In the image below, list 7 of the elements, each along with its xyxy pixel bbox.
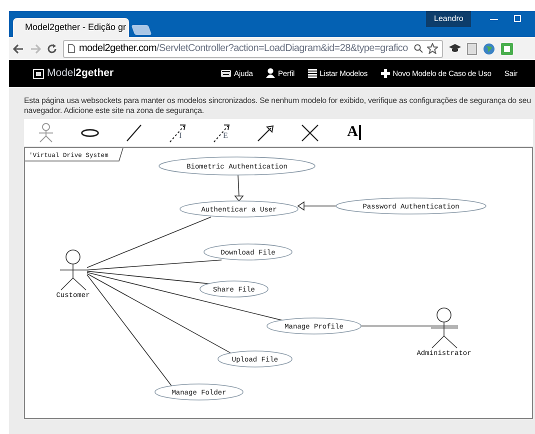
profile-name[interactable]: Leandro bbox=[426, 11, 472, 27]
text-tool[interactable]: A bbox=[347, 125, 361, 140]
brand-name[interactable]: Model2gether bbox=[47, 66, 114, 82]
tab-title: Model2gether - Edição gr bbox=[25, 20, 126, 34]
browser-tab[interactable]: Model2gether - Edição gr bbox=[13, 18, 129, 37]
address-field[interactable]: model2gether.com/ServletController?action=LoadDiagram&id=28&type=grafico bbox=[63, 40, 443, 58]
url-text: model2gether.com/ServletController?action=LoadDiagram&id=28&type=grafico bbox=[79, 42, 408, 56]
